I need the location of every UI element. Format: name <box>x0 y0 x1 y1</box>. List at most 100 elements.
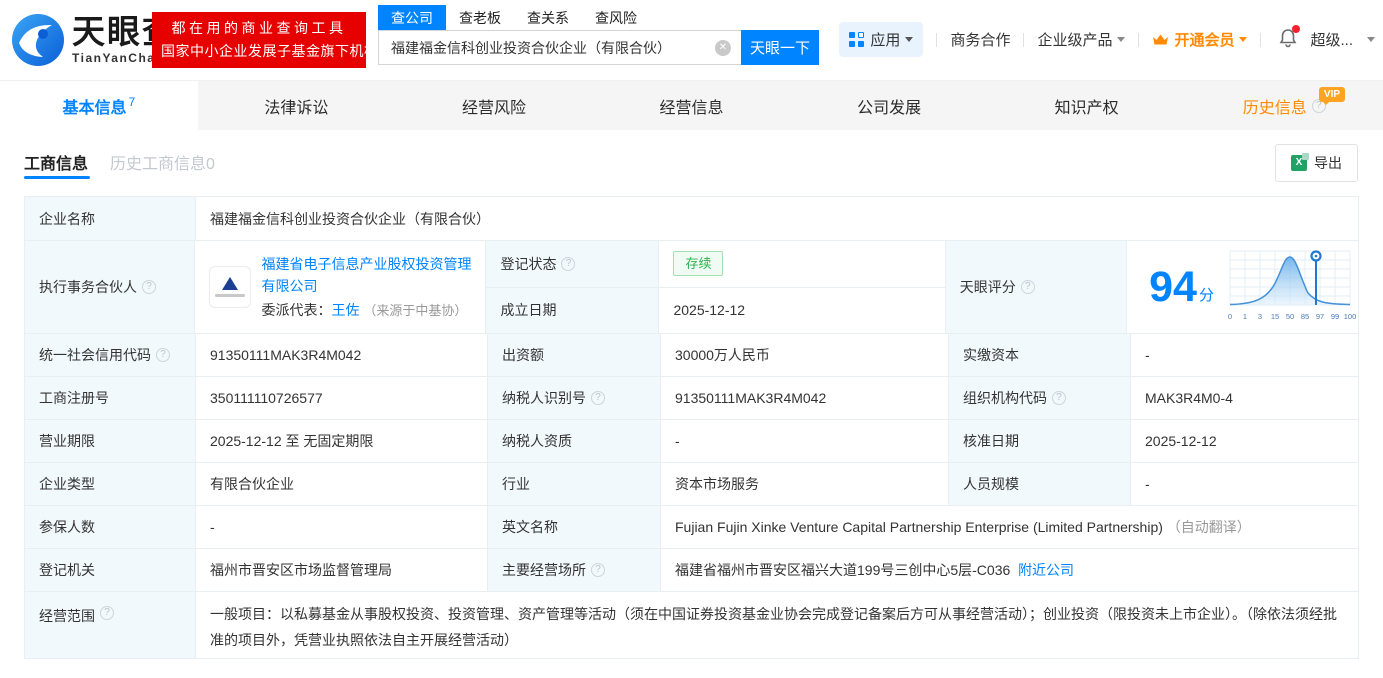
company-name-label: 企业名称 <box>25 197 196 240</box>
business-info-table: 企业名称 福建福金信科创业投资合伙企业（有限合伙） 执行事务合伙人 福建省电子信… <box>24 196 1359 659</box>
reg-status-label-text: 登记状态 <box>500 255 557 272</box>
table-row: 工商注册号 350111110726577 纳税人识别号 91350111MAK… <box>25 377 1358 420</box>
slogan-line1: 都在用的商业查询工具 <box>171 20 347 36</box>
clear-search-icon[interactable] <box>715 40 731 56</box>
help-icon[interactable] <box>591 563 605 577</box>
help-icon[interactable] <box>561 256 576 271</box>
table-row: 执行事务合伙人 福建省电子信息产业股权投资管理有限公司 委派代表：王佐 （来源于… <box>25 241 1358 334</box>
tab-history-info-label: 历史信息 <box>1242 99 1307 117</box>
chevron-down-icon <box>1117 37 1126 42</box>
score-label: 天眼评分 <box>945 241 1128 333</box>
slogan-badge: 都在用的商业查询工具 国家中小企业发展子基金旗下机构 <box>152 12 378 68</box>
subtab-business-info[interactable]: 工商信息 <box>24 150 88 174</box>
reg-status-label: 登记状态 <box>486 241 660 287</box>
rep-label: 委派代表： <box>261 301 332 318</box>
english-name-text: Fujian Fujin Xinke Venture Capital Partn… <box>675 519 1163 535</box>
nav-cooperation[interactable]: 商务合作 <box>950 29 1010 50</box>
svg-text:1: 1 <box>1243 312 1247 321</box>
active-tab-underline <box>24 176 90 179</box>
chevron-down-icon <box>905 37 914 42</box>
reg-status-value: 存续 <box>659 241 944 287</box>
staff-size-label: 人员规模 <box>949 463 1131 505</box>
logo-swirl-icon <box>12 14 64 66</box>
taxpayer-id-value: 91350111MAK3R4M042 <box>661 377 949 419</box>
table-row: 登记状态 存续 <box>486 241 945 288</box>
nav-open-vip[interactable]: 开通会员 <box>1152 29 1248 50</box>
help-icon[interactable] <box>100 606 114 620</box>
tab-intellectual-property[interactable]: 知识产权 <box>988 81 1186 130</box>
svg-text:3: 3 <box>1258 312 1262 321</box>
capital-label: 出资额 <box>488 334 661 376</box>
tab-history-info[interactable]: 历史信息 VIP <box>1185 81 1383 130</box>
help-icon[interactable] <box>142 280 156 294</box>
header-nav: 应用 商务合作 企业级产品 开通会员 超级... <box>839 22 1375 57</box>
help-icon[interactable] <box>1020 280 1035 294</box>
tab-legal[interactable]: 法律诉讼 <box>198 81 396 130</box>
partner-logo[interactable] <box>209 266 252 308</box>
nav-enterprise-product[interactable]: 企业级产品 <box>1037 29 1126 50</box>
notification-bell[interactable] <box>1278 24 1301 52</box>
subtab-history-business-info[interactable]: 历史工商信息0 <box>110 150 215 174</box>
search-tab-risk[interactable]: 查风险 <box>582 5 650 30</box>
establish-date-label: 成立日期 <box>486 287 660 333</box>
taxpayer-id-label: 纳税人识别号 <box>488 377 661 419</box>
business-address-label-text: 主要经营场所 <box>502 562 586 578</box>
svg-text:0: 0 <box>1228 312 1232 321</box>
svg-text:100: 100 <box>1344 312 1357 321</box>
business-address-label: 主要经营场所 <box>488 549 661 591</box>
svg-text:50: 50 <box>1286 312 1294 321</box>
rep-source: （来源于中基协） <box>363 302 468 318</box>
score-unit: 分 <box>1198 286 1214 304</box>
industry-label: 行业 <box>488 463 661 505</box>
triangle-logo-icon <box>222 277 239 290</box>
score-value: 94 <box>1149 262 1197 311</box>
help-icon[interactable] <box>156 348 170 362</box>
score-distribution-chart: 0 1 3 15 50 85 97 99 100 <box>1228 250 1357 321</box>
business-term-label: 营业期限 <box>25 420 196 462</box>
reg-authority-label: 登记机关 <box>25 549 196 591</box>
tab-operation-info[interactable]: 经营信息 <box>593 81 791 130</box>
partner-label-text: 执行事务合伙人 <box>39 279 137 295</box>
taxpayer-quality-value: - <box>661 420 949 462</box>
crown-icon <box>1153 34 1169 44</box>
search-button[interactable]: 天眼一下 <box>741 30 819 65</box>
company-name-value: 福建福金信科创业投资合伙企业（有限合伙） <box>210 210 490 227</box>
export-button[interactable]: X 导出 <box>1275 144 1358 182</box>
rep-name-link[interactable]: 王佐 <box>331 302 359 318</box>
table-row: 成立日期 2025-12-12 <box>486 287 944 333</box>
credit-code-label-text: 统一社会信用代码 <box>39 347 151 363</box>
tab-operation-info-label: 经营信息 <box>659 99 724 117</box>
tab-operation-risk-label: 经营风险 <box>461 99 526 117</box>
search-tab-boss[interactable]: 查老板 <box>446 5 514 30</box>
tab-company-development[interactable]: 公司发展 <box>790 81 988 130</box>
tab-intellectual-property-label: 知识产权 <box>1054 99 1119 117</box>
org-code-label: 组织机构代码 <box>949 377 1131 419</box>
svg-text:97: 97 <box>1316 312 1324 321</box>
approval-date-label: 核准日期 <box>949 420 1131 462</box>
search-tab-company[interactable]: 查公司 <box>378 5 446 30</box>
nav-apps[interactable]: 应用 <box>839 22 924 57</box>
tab-company-development-label: 公司发展 <box>857 99 922 117</box>
divider <box>936 32 938 47</box>
svg-text:15: 15 <box>1271 312 1279 321</box>
credit-code-label: 统一社会信用代码 <box>25 334 196 376</box>
org-code-label-text: 组织机构代码 <box>963 390 1047 406</box>
search-tab-relation[interactable]: 查关系 <box>514 5 582 30</box>
paid-capital-label: 实缴资本 <box>949 334 1131 376</box>
search-input[interactable] <box>378 30 741 65</box>
partner-company-link[interactable]: 福建省电子信息产业股权投资管理有限公司 <box>261 256 471 294</box>
taxpayer-id-label-text: 纳税人识别号 <box>502 390 586 406</box>
company-type-value: 有限合伙企业 <box>196 463 488 505</box>
help-icon[interactable] <box>1052 391 1066 405</box>
reg-number-label: 工商注册号 <box>25 377 196 419</box>
tab-operation-risk[interactable]: 经营风险 <box>395 81 593 130</box>
nav-super-vip[interactable]: 超级... <box>1310 29 1375 50</box>
section-tabs: 基本信息7 法律诉讼 经营风险 经营信息 公司发展 知识产权 历史信息 VIP <box>0 81 1383 130</box>
nearby-companies-link[interactable]: 附近公司 <box>1018 560 1074 580</box>
tab-basic-info[interactable]: 基本信息 7 <box>0 81 198 130</box>
help-icon[interactable] <box>591 391 605 405</box>
nav-apps-label: 应用 <box>870 32 901 49</box>
nav-open-vip-label: 开通会员 <box>1174 32 1235 49</box>
partner-cell: 福建省电子信息产业股权投资管理有限公司 委派代表：王佐 （来源于中基协） <box>195 241 487 333</box>
auto-translate-note: （自动翻译） <box>1166 519 1251 535</box>
